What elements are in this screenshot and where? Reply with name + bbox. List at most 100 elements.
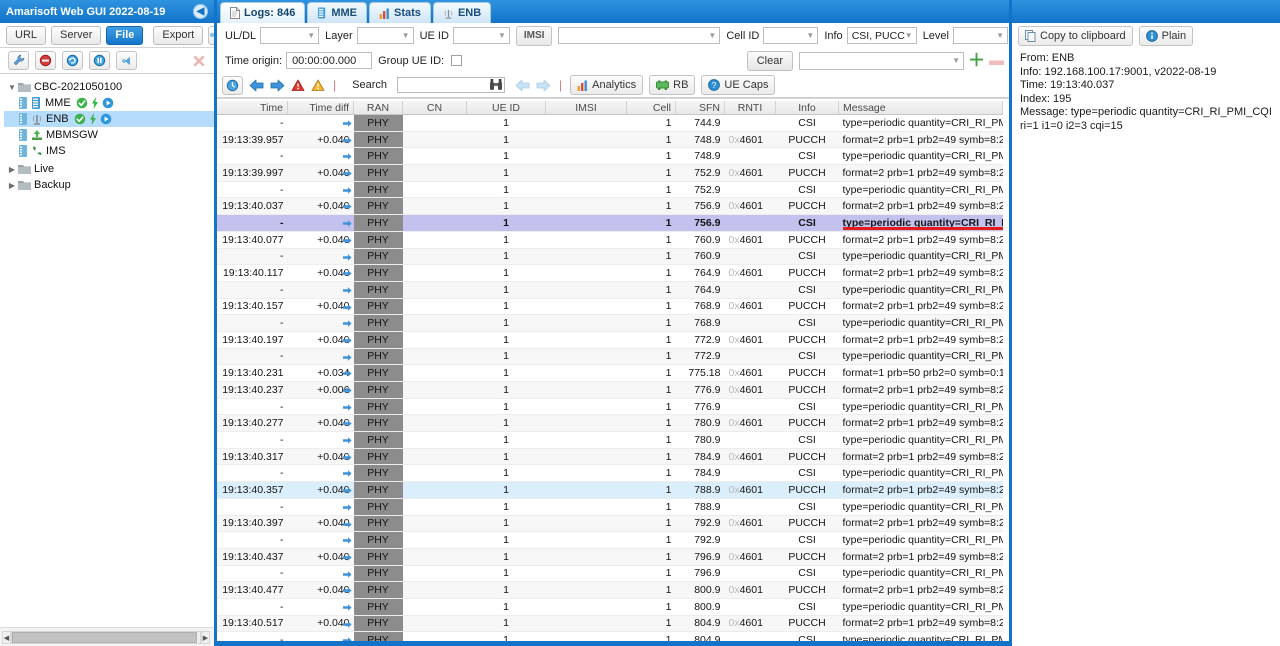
log-table-container[interactable]: Time Time diff RAN CN UE ID IMSI Cell SF…: [217, 101, 1012, 646]
refresh-icon[interactable]: [62, 51, 83, 70]
close-icon[interactable]: [192, 54, 206, 68]
table-row[interactable]: - PHY 1 1 800.9 CSI type=periodic quantity=CRI…: [217, 598, 1003, 616]
table-row[interactable]: 19:13:40.077 +0.040 PHY 1 1 760.9 0x4601 PUCCH f…: [217, 231, 1003, 249]
tab-stats[interactable]: Stats: [369, 2, 431, 23]
play-icon[interactable]: [100, 113, 112, 125]
tab-logs[interactable]: Logs: 846: [220, 2, 306, 23]
table-row[interactable]: 19:13:39.997 +0.040 PHY 1 1 752.9 0x4601 PUCCH f…: [217, 164, 1003, 182]
table-row[interactable]: - PHY 1 1 756.9 CSI type=periodic quantity=CRI…: [217, 214, 1003, 232]
tree-item-live[interactable]: ▶ Live: [4, 161, 214, 177]
table-row[interactable]: 19:13:40.277 +0.040 PHY 1 1 780.9 0x4601 PUCCH f…: [217, 414, 1003, 433]
stop-icon[interactable]: [35, 51, 56, 70]
play-icon[interactable]: [102, 97, 114, 109]
col-rnti[interactable]: RNTI: [724, 101, 776, 115]
chevron-right-icon[interactable]: ▶: [6, 181, 18, 190]
clock-icon[interactable]: [222, 75, 243, 95]
col-time[interactable]: Time: [217, 101, 288, 115]
table-row[interactable]: - PHY 1 1 744.9 CSI type=periodic quantity=CRI…: [217, 114, 1003, 132]
table-row[interactable]: - PHY 1 1 768.9 CSI type=periodic quantity=CRI…: [217, 314, 1003, 332]
tree-item-mme[interactable]: MME: [4, 95, 214, 111]
ueid-select[interactable]: ▼: [452, 27, 510, 44]
table-row[interactable]: - PHY 1 1 752.9 CSI type=periodic quantity=CRI…: [217, 181, 1003, 199]
col-cell[interactable]: Cell: [626, 101, 676, 115]
imsi-select[interactable]: ▼: [558, 27, 721, 44]
col-sfn[interactable]: SFN: [675, 101, 725, 115]
ue-caps-button[interactable]: ? UE Caps: [701, 75, 776, 95]
chevron-right-icon[interactable]: ▶: [6, 165, 18, 174]
uldl-select[interactable]: ▼: [260, 27, 320, 44]
table-row[interactable]: 19:13:40.477 +0.040 PHY 1 1 800.9 0x4601 PUCCH f…: [217, 581, 1003, 599]
table-row[interactable]: 19:13:40.197 +0.040 PHY 1 1 772.9 0x4601 PUCCH f…: [217, 331, 1003, 349]
scrollbar-thumb[interactable]: [12, 632, 197, 643]
col-message[interactable]: Message: [838, 101, 1003, 115]
scroll-left-arrow-icon[interactable]: ◀: [2, 631, 11, 644]
col-ran[interactable]: RAN: [353, 101, 403, 115]
table-row[interactable]: - PHY 1 1 788.9 CSI type=periodic quantity=CRI…: [217, 498, 1003, 516]
table-row[interactable]: 19:13:40.397 +0.040 PHY 1 1 792.9 0x4601 PUCCH f…: [217, 515, 1003, 533]
pause-icon[interactable]: [89, 51, 110, 70]
table-row[interactable]: - PHY 1 1 776.9 CSI type=periodic quantity=CRI…: [217, 398, 1003, 416]
chevron-down-icon[interactable]: ▼: [6, 83, 18, 92]
export-button[interactable]: Export: [153, 25, 204, 45]
table-row[interactable]: 19:13:40.117 +0.040 PHY 1 1 764.9 0x4601 PUCCH f…: [217, 264, 1003, 282]
time-origin-input[interactable]: 00:00:00.000: [286, 52, 373, 69]
info-select[interactable]: CSI, PUCC ▼: [846, 27, 917, 44]
table-row[interactable]: - PHY 1 1 796.9 CSI type=periodic quantity=CRI…: [217, 565, 1003, 583]
tree-item-enb[interactable]: ENB: [4, 111, 214, 127]
back-arrow-icon[interactable]: [249, 79, 264, 92]
layer-select[interactable]: ▼: [356, 27, 414, 44]
analytics-button[interactable]: Analytics: [570, 75, 644, 95]
plug-icon[interactable]: [116, 51, 137, 70]
table-row[interactable]: - PHY 1 1 748.9 CSI type=periodic quantity=CRI…: [217, 147, 1003, 166]
table-row[interactable]: 19:13:40.157 +0.040 PHY 1 1 768.9 0x4601 PUCCH f…: [217, 298, 1003, 316]
col-cn[interactable]: CN: [402, 101, 467, 115]
table-row[interactable]: - PHY 1 1 792.9 CSI type=periodic quantity=CRI…: [217, 531, 1003, 549]
error-icon[interactable]: [291, 79, 305, 92]
table-row[interactable]: 19:13:40.357 +0.040 PHY 1 1 788.9 0x4601 PUCCH f…: [217, 481, 1003, 499]
server-button[interactable]: Server: [51, 25, 102, 45]
table-row[interactable]: 19:13:40.517 +0.040 PHY 1 1 804.9 0x4601 PUCCH f…: [217, 615, 1003, 633]
plain-button[interactable]: Plain: [1138, 26, 1194, 46]
tree-item-mbmsgw[interactable]: MBMSGW: [4, 127, 214, 143]
scroll-right-arrow-icon[interactable]: ▶: [201, 631, 210, 644]
clear-button[interactable]: Clear: [746, 50, 793, 71]
preset-select[interactable]: ▼: [799, 51, 964, 70]
rb-button[interactable]: RB: [649, 75, 696, 95]
imsi-button[interactable]: IMSI: [515, 25, 553, 46]
copy-to-clipboard-button[interactable]: Copy to clipboard: [1018, 26, 1133, 46]
col-imsi[interactable]: IMSI: [545, 101, 627, 115]
table-row[interactable]: 19:13:40.317 +0.040 PHY 1 1 784.9 0x4601 PUCCH f…: [217, 448, 1003, 466]
table-row[interactable]: - PHY 1 1 784.9 CSI type=periodic quantity=CRI…: [217, 464, 1003, 483]
forward-arrow-icon[interactable]: [270, 79, 285, 92]
binoculars-icon[interactable]: [489, 78, 503, 91]
warning-icon[interactable]: [311, 79, 325, 92]
plus-icon[interactable]: ＋: [968, 52, 985, 69]
table-row[interactable]: 19:13:40.437 +0.040 PHY 1 1 796.9 0x4601 PUCCH f…: [217, 548, 1003, 566]
table-row[interactable]: - PHY 1 1 760.9 CSI type=periodic quantity=CRI…: [217, 248, 1003, 266]
tab-mme[interactable]: MME: [307, 2, 368, 23]
tab-enb[interactable]: ENB: [432, 2, 492, 23]
table-row[interactable]: - PHY 1 1 764.9 CSI type=periodic quantity=CRI…: [217, 281, 1003, 299]
prev-arrow-icon[interactable]: [515, 79, 530, 92]
level-select[interactable]: ▼: [952, 27, 1008, 44]
table-row[interactable]: - PHY 1 1 780.9 CSI type=periodic quantity=CRI…: [217, 431, 1003, 449]
wrench-icon[interactable]: [8, 51, 29, 70]
tree-item-ims[interactable]: IMS: [4, 143, 214, 159]
table-row[interactable]: 19:13:39.957 +0.040 PHY 1 1 748.9 0x4601 PUCCH f…: [217, 131, 1003, 149]
table-row[interactable]: 19:13:40.231 +0.034 PHY 1 1 775.18 0x4601 PUCCH…: [217, 364, 1003, 382]
url-button[interactable]: URL: [6, 25, 47, 45]
next-arrow-icon[interactable]: [536, 79, 551, 92]
col-ue-id[interactable]: UE ID: [466, 101, 546, 115]
file-button[interactable]: File: [106, 25, 144, 45]
table-row[interactable]: - PHY 1 1 772.9 CSI type=periodic quantity=CRI…: [217, 348, 1003, 366]
col-time-diff[interactable]: Time diff: [287, 101, 354, 115]
left-horizontal-scrollbar[interactable]: ◀ ▶: [2, 631, 210, 644]
table-row[interactable]: 19:13:40.037 +0.040 PHY 1 1 756.9 0x4601 PUCCH f…: [217, 197, 1003, 216]
group-ueid-checkbox[interactable]: [451, 55, 463, 66]
tree-item-cbc[interactable]: ▼ CBC-2021050100: [4, 79, 214, 95]
col-info[interactable]: Info: [775, 101, 839, 115]
chevron-left-circle-icon[interactable]: ◀: [193, 4, 208, 19]
table-row[interactable]: 19:13:40.237 +0.006 PHY 1 1 776.9 0x4601 PUCCH f…: [217, 381, 1003, 399]
cellid-select[interactable]: ▼: [763, 27, 819, 44]
tree-item-backup[interactable]: ▶ Backup: [4, 177, 214, 193]
